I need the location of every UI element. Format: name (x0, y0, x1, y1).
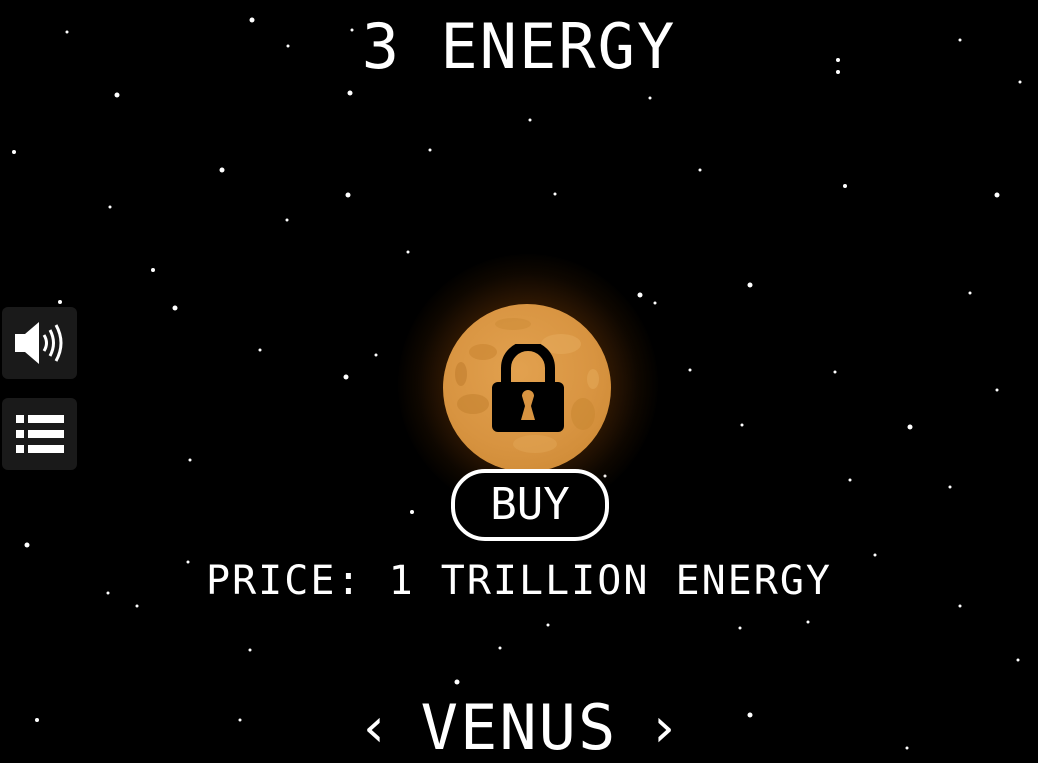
star (948, 485, 952, 489)
star (258, 348, 262, 352)
star (698, 168, 702, 172)
star (907, 424, 913, 430)
buy-button[interactable]: BUY (451, 469, 609, 541)
list-icon (15, 415, 64, 453)
sound-toggle-button[interactable] (2, 307, 77, 379)
star (747, 282, 753, 288)
star (374, 353, 378, 357)
star (248, 648, 252, 652)
star (24, 542, 30, 548)
star (637, 292, 643, 298)
planet-navigation: ‹ VENUS › (0, 692, 1038, 763)
game-screen: 3 ENERGY BUY PRICE: 1 TRILLION ENERGY ‹ … (0, 0, 1038, 763)
star (454, 679, 460, 685)
star (108, 205, 112, 209)
speaker-icon (14, 322, 62, 364)
star (1016, 658, 1020, 662)
price-label: PRICE: 1 TRILLION ENERGY (206, 558, 832, 604)
previous-planet-arrow[interactable]: ‹ (358, 692, 391, 763)
star (738, 626, 742, 630)
star (285, 218, 289, 222)
star (347, 90, 353, 96)
star (528, 118, 532, 122)
next-planet-arrow[interactable]: › (647, 692, 680, 763)
star (833, 370, 837, 374)
star (498, 646, 502, 650)
star (968, 291, 972, 295)
star (428, 148, 432, 152)
star (12, 150, 16, 154)
star (58, 300, 62, 304)
star (219, 167, 225, 173)
lock-icon (492, 344, 564, 432)
star (172, 305, 178, 311)
energy-counter: 3 ENERGY (361, 10, 677, 83)
star (653, 301, 657, 305)
star (410, 510, 414, 514)
menu-list-button[interactable] (2, 398, 77, 470)
star (406, 250, 410, 254)
star (345, 192, 351, 198)
star (114, 92, 120, 98)
star (546, 623, 550, 627)
star (843, 184, 847, 188)
planet-name: VENUS (420, 691, 618, 763)
star (994, 192, 1000, 198)
star (648, 96, 652, 100)
star (688, 368, 692, 372)
star (995, 388, 999, 392)
star (806, 620, 810, 624)
star (848, 478, 852, 482)
star (188, 458, 192, 462)
star (553, 192, 557, 196)
star (151, 268, 155, 272)
star (740, 423, 744, 427)
star (343, 374, 349, 380)
